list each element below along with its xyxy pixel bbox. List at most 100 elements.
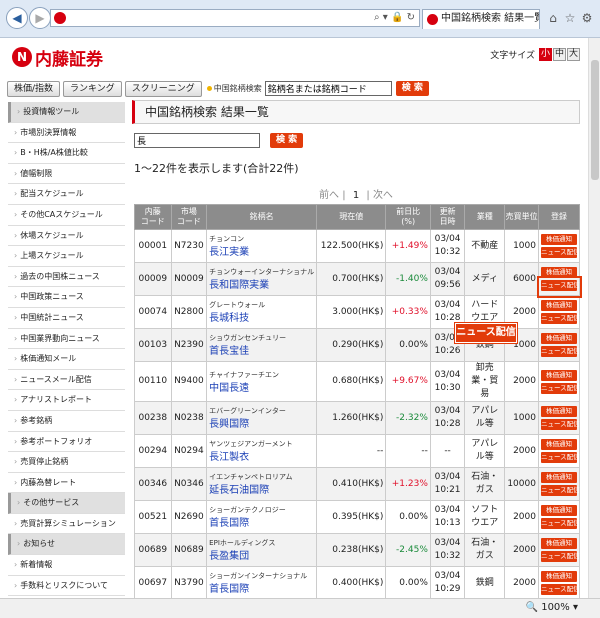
nav-ranking[interactable]: ランキング bbox=[63, 80, 122, 97]
stock-name-link[interactable]: 延長石油国際 bbox=[209, 484, 314, 497]
address-bar[interactable]: ⌕ ▾ 🔒 ↻ bbox=[50, 9, 420, 27]
sidebar-item[interactable]: 上場スケジュール bbox=[8, 246, 125, 267]
naito-code: 00521 bbox=[138, 511, 168, 522]
sidebar-item[interactable]: 手数料とリスクについて bbox=[8, 576, 125, 597]
sidebar-item[interactable]: その他サービス bbox=[8, 493, 125, 514]
stock-name-link[interactable]: 長興国際 bbox=[209, 418, 314, 431]
sidebar-item[interactable]: 株価通知メール bbox=[8, 349, 125, 370]
forward-arrow-icon[interactable]: ▶ bbox=[29, 7, 51, 29]
scrollbar-thumb[interactable] bbox=[591, 60, 599, 180]
sidebar-item[interactable]: 休場スケジュール bbox=[8, 226, 125, 247]
price-alert-button[interactable]: 株価通知 bbox=[540, 333, 577, 344]
font-size-medium[interactable]: 中 bbox=[553, 48, 566, 61]
top-search-button[interactable]: 検 索 bbox=[395, 81, 429, 96]
trade-unit: 2000 bbox=[513, 511, 536, 522]
sidebar-item[interactable]: B・H株/A株値比較 bbox=[8, 143, 125, 164]
stock-name-link[interactable]: 長江製衣 bbox=[209, 451, 314, 464]
nav-price-index[interactable]: 株価/指数 bbox=[7, 80, 61, 97]
sidebar-item[interactable]: 内藤為替レート bbox=[8, 473, 125, 494]
stock-name-link[interactable]: 首長国際 bbox=[209, 583, 314, 596]
zoom-level[interactable]: 🔍 100% ▾ bbox=[526, 599, 578, 617]
gear-icon[interactable]: ⚙ bbox=[579, 10, 595, 26]
sidebar-item[interactable]: 市場別決算情報 bbox=[8, 123, 125, 144]
price-alert-button[interactable]: 株価通知 bbox=[540, 234, 577, 245]
keyword-search-button[interactable]: 検 索 bbox=[270, 133, 304, 148]
stock-name-link[interactable]: 長盈集団 bbox=[209, 550, 314, 563]
news-delivery-button[interactable]: ニュース配信 bbox=[540, 452, 580, 463]
browser-tab[interactable]: 中国銘柄検索 結果一覧 ... bbox=[422, 9, 540, 29]
page-scrollbar[interactable] bbox=[588, 38, 600, 598]
current-price: 0.410(HK$) bbox=[332, 478, 384, 489]
nav-screening[interactable]: スクリーニング bbox=[124, 80, 202, 97]
stock-kana: ショーガンテクノロジー bbox=[209, 506, 286, 514]
sidebar-item[interactable]: お知らせ bbox=[8, 534, 125, 556]
back-arrow-icon[interactable]: ◀ bbox=[6, 7, 28, 29]
sidebar-item[interactable]: アナリストレポート bbox=[8, 390, 125, 411]
industry: ソフトウエア bbox=[471, 505, 499, 528]
stock-name-link[interactable]: 首長宝佳 bbox=[209, 345, 314, 358]
font-size-small[interactable]: 小 bbox=[539, 48, 552, 61]
pager-prev[interactable]: 前へ bbox=[319, 190, 339, 201]
price-alert-button[interactable]: 株価通知 bbox=[540, 571, 577, 582]
pager-sep: | bbox=[342, 190, 346, 201]
price-alert-button[interactable]: 株価通知 bbox=[540, 472, 577, 483]
stock-name-link[interactable]: 長城科技 bbox=[209, 312, 314, 325]
news-delivery-button[interactable]: ニュース配信 bbox=[540, 419, 580, 430]
sidebar-item[interactable]: その他CAスケジュール bbox=[8, 205, 125, 226]
update-date: 03/04 bbox=[434, 571, 461, 581]
brand-logo[interactable]: N 内藤証券 bbox=[12, 46, 103, 70]
price-alert-button[interactable]: 株価通知 bbox=[540, 439, 577, 450]
china-search-input[interactable] bbox=[264, 81, 392, 96]
sidebar-item[interactable]: 新着情報 bbox=[8, 555, 125, 576]
sidebar-item[interactable]: 売買停止銘柄 bbox=[8, 452, 125, 473]
pager-next[interactable]: 次へ bbox=[373, 190, 393, 201]
sidebar-item[interactable]: 売買計算シミュレーション bbox=[8, 514, 125, 535]
sidebar-item[interactable]: 配当スケジュール bbox=[8, 184, 125, 205]
star-icon[interactable]: ☆ bbox=[562, 10, 578, 26]
update-time: 10:30 bbox=[434, 382, 461, 393]
stock-kana: EPIホールディングス bbox=[209, 539, 276, 547]
update-time: 10:13 bbox=[434, 518, 461, 528]
news-delivery-button[interactable]: ニュース配信 bbox=[540, 551, 580, 562]
keyword-input[interactable] bbox=[134, 133, 260, 148]
sidebar-item[interactable]: ニュースメール配信 bbox=[8, 370, 125, 391]
price-alert-button[interactable]: 株価通知 bbox=[540, 538, 577, 549]
stock-name-link[interactable]: 首長国際 bbox=[209, 517, 314, 530]
stock-name-link[interactable]: 長江実業 bbox=[209, 246, 314, 259]
sidebar-item[interactable]: 中国統計ニュース bbox=[8, 308, 125, 329]
trade-unit: 2000 bbox=[513, 544, 536, 555]
news-delivery-button[interactable]: ニュース配信 bbox=[540, 518, 580, 529]
sidebar-item[interactable]: 参考ポートフォリオ bbox=[8, 432, 125, 453]
stock-kana: チョンコン bbox=[209, 235, 245, 243]
news-delivery-button[interactable]: ニュース配信 bbox=[540, 313, 580, 324]
news-delivery-button[interactable]: ニュース配信 bbox=[540, 346, 580, 357]
news-delivery-button[interactable]: ニュース配信 bbox=[540, 382, 580, 394]
logo-text: 内藤証券 bbox=[35, 49, 103, 70]
sidebar-item[interactable]: 過去の中国株ニュース bbox=[8, 267, 125, 288]
zoom-value: 100% bbox=[541, 602, 570, 613]
news-delivery-button[interactable]: ニュース配信 bbox=[540, 584, 580, 595]
sidebar-item[interactable]: 投資情報ツール bbox=[8, 102, 125, 123]
address-tools-icon[interactable]: ⌕ ▾ 🔒 ↻ bbox=[374, 10, 415, 26]
current-price: 0.680(HK$) bbox=[332, 376, 384, 386]
update-time: 09:56 bbox=[434, 280, 461, 290]
news-delivery-button[interactable]: ニュース配信 bbox=[540, 485, 580, 496]
price-alert-button[interactable]: 株価通知 bbox=[540, 505, 577, 516]
update-time: 10:21 bbox=[434, 485, 461, 495]
home-icon[interactable]: ⌂ bbox=[545, 10, 561, 26]
sidebar-item[interactable]: 中国政策ニュース bbox=[8, 287, 125, 308]
price-alert-button[interactable]: 株価通知 bbox=[540, 300, 577, 311]
sidebar-item[interactable]: 値幅制限 bbox=[8, 164, 125, 185]
font-size-large[interactable]: 大 bbox=[567, 48, 580, 61]
news-delivery-button[interactable]: ニュース配信 bbox=[540, 247, 580, 258]
stock-name-link[interactable]: 長和国際実業 bbox=[209, 279, 314, 292]
sidebar-item[interactable]: 中国業界動向ニュース bbox=[8, 329, 125, 350]
column-header: 売買単位 bbox=[504, 204, 539, 230]
china-search-label: 中国銘柄検索 bbox=[207, 83, 262, 94]
price-alert-button[interactable]: 株価通知 bbox=[540, 369, 577, 381]
sidebar-item[interactable]: 参考銘柄 bbox=[8, 411, 125, 432]
stock-name-link[interactable]: 中国長遠 bbox=[209, 382, 314, 395]
update-date: 03/04 bbox=[434, 267, 461, 277]
price-alert-button[interactable]: 株価通知 bbox=[540, 406, 577, 417]
font-size-switcher: 文字サイズ 小 中 大 bbox=[490, 48, 580, 61]
